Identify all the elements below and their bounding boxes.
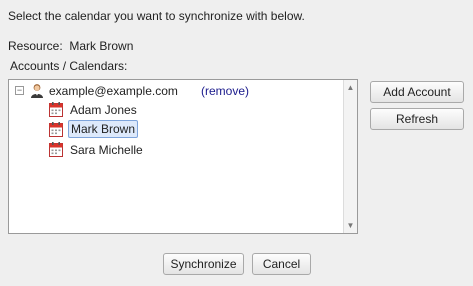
calendar-icon: [49, 102, 63, 117]
calendar-icon: [49, 122, 63, 137]
refresh-button[interactable]: Refresh: [370, 108, 464, 130]
accounts-calendars-label: Accounts / Calendars:: [10, 59, 128, 73]
synchronize-button[interactable]: Synchronize: [163, 253, 244, 275]
intro-text: Select the calendar you want to synchron…: [8, 9, 305, 23]
calendar-icon: [49, 142, 63, 157]
calendar-item-sara-michelle[interactable]: Sara Michelle: [49, 141, 249, 159]
scroll-down-icon[interactable]: ▼: [344, 219, 357, 232]
account-row[interactable]: − example@example.com (remove): [9, 82, 339, 100]
vertical-scrollbar[interactable]: ▲ ▼: [343, 80, 357, 233]
resource-label: Resource:: [8, 39, 63, 53]
user-icon: [30, 83, 44, 98]
cancel-button[interactable]: Cancel: [252, 253, 311, 275]
add-account-button[interactable]: Add Account: [370, 81, 464, 103]
calendar-label: Adam Jones: [70, 103, 137, 117]
calendar-item-mark-brown[interactable]: Mark Brown: [49, 120, 249, 139]
calendar-label: Sara Michelle: [70, 143, 143, 157]
account-email: example@example.com: [49, 84, 178, 98]
calendar-item-adam-jones[interactable]: Adam Jones: [49, 101, 249, 119]
collapse-toggle[interactable]: −: [15, 86, 24, 95]
resource-value: Mark Brown: [69, 39, 134, 53]
scroll-up-icon[interactable]: ▲: [344, 81, 357, 94]
calendar-tree[interactable]: − example@example.com (remove) Adam Jone…: [8, 79, 358, 234]
calendar-label-selected: Mark Brown: [68, 120, 139, 138]
resource-line: Resource: Mark Brown: [8, 39, 133, 53]
remove-account-link[interactable]: (remove): [201, 82, 249, 100]
